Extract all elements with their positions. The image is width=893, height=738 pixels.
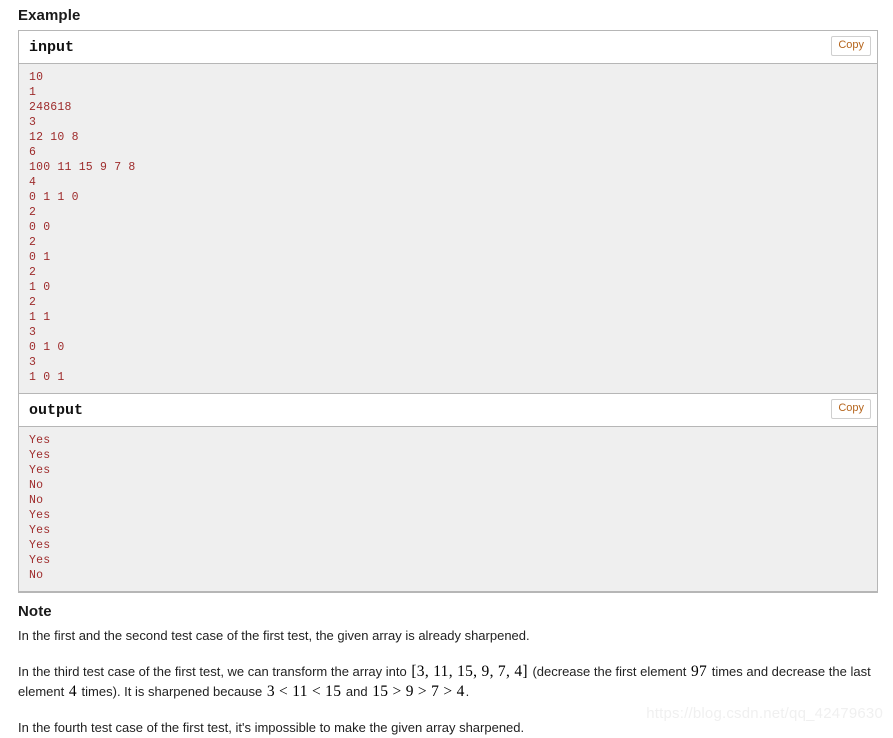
note-p2-math-increasing: 3 < 11 < 15 [266, 683, 342, 700]
note-paragraph-2: In the third test case of the first test… [18, 662, 879, 702]
sample-output-block: output Copy Yes Yes Yes No No Yes Yes Ye… [19, 394, 877, 591]
sample-input-content[interactable]: 10 1 248618 3 12 10 8 6 100 11 15 9 7 8 … [19, 64, 877, 393]
note-p2-text-4: times). It is sharpened because [77, 684, 266, 699]
sample-input-title-label: input [29, 39, 75, 56]
sample-output-title-label: output [29, 402, 84, 419]
example-heading: Example [18, 7, 81, 24]
note-p2-math-array: [3, 11, 15, 9, 7, 4] [411, 663, 528, 680]
copy-output-button[interactable]: Copy [831, 399, 871, 419]
sample-input-title: input Copy [19, 31, 877, 64]
note-p2-math-decreasing: 15 > 9 > 7 > 4 [372, 683, 465, 700]
note-heading: Note [18, 603, 52, 620]
note-paragraph-1: In the first and the second test case of… [18, 628, 530, 643]
note-p2-math-97: 97 [690, 663, 708, 680]
problem-statement-page: Example input Copy 10 1 248618 3 12 10 8… [0, 7, 893, 738]
note-p2-math-4: 4 [68, 683, 77, 700]
sample-output-title: output Copy [19, 394, 877, 427]
sample-tests-container: input Copy 10 1 248618 3 12 10 8 6 100 1… [18, 30, 878, 593]
note-p2-text-2: (decrease the first element [528, 664, 690, 679]
note-paragraph-3: In the fourth test case of the first tes… [18, 720, 525, 735]
note-p2-text-5: and [342, 684, 372, 699]
sample-input-block: input Copy 10 1 248618 3 12 10 8 6 100 1… [19, 31, 877, 394]
note-p2-text-1: In the third test case of the first test… [18, 664, 411, 679]
note-section: Note In the first and the second test ca… [18, 603, 879, 738]
note-p2-text-6: . [465, 684, 470, 699]
copy-input-button[interactable]: Copy [831, 36, 871, 56]
sample-output-content[interactable]: Yes Yes Yes No No Yes Yes Yes Yes No [19, 427, 877, 591]
